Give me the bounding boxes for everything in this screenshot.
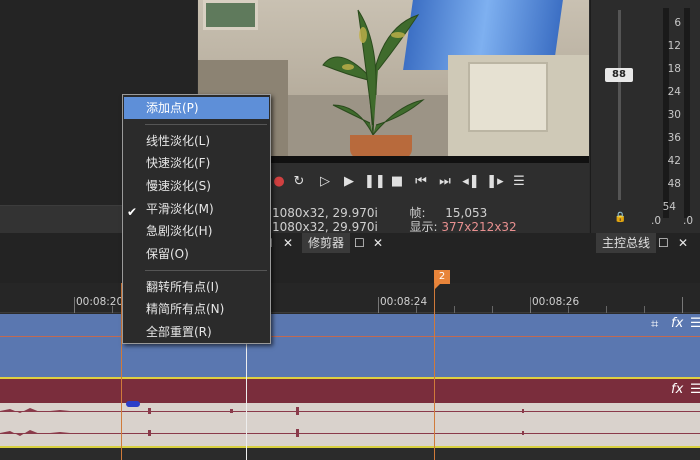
db-label: 18 xyxy=(667,63,681,75)
prev-frame-icon[interactable]: ◂❚ xyxy=(462,173,480,191)
window-tabs: ☐ ✕ 修剪器 ☐ ✕ 主控总线 ☐ ✕ xyxy=(0,233,700,253)
close-icon[interactable]: ✕ xyxy=(283,233,293,253)
go-to-end-icon[interactable]: ⏭ xyxy=(436,173,454,191)
timeline-top-area xyxy=(0,253,700,283)
ruler-tick xyxy=(74,297,75,313)
marker-line xyxy=(434,283,435,460)
record-icon[interactable]: ● xyxy=(270,173,288,191)
ruler-time: 00:08:24 xyxy=(380,296,428,308)
audio-track-header[interactable] xyxy=(0,379,700,403)
db-label: 48 xyxy=(667,178,681,190)
preview-plant xyxy=(322,9,425,136)
db-label: 30 xyxy=(667,109,681,121)
fx-icon[interactable]: fx xyxy=(671,382,683,397)
display-label: 显示: xyxy=(409,220,438,234)
menu-item-add-point[interactable]: 添加点(P) xyxy=(124,97,269,119)
menu-item-smooth-fade[interactable]: 平滑淡化(M) xyxy=(124,198,269,220)
timeline-bottom xyxy=(0,446,700,460)
db-label: 12 xyxy=(667,40,681,52)
maximize-icon[interactable]: ☐ xyxy=(658,233,669,253)
audio-channel-line xyxy=(0,411,700,412)
loop-icon[interactable]: ↻ xyxy=(290,173,308,191)
ruler-tick xyxy=(530,297,531,313)
db-label: 54 xyxy=(662,201,676,213)
play-icon[interactable]: ▶ xyxy=(340,173,358,191)
menu-item-thin-all-points[interactable]: 精简所有点(N) xyxy=(124,298,269,320)
preview-picture-frame xyxy=(203,0,258,30)
crop-icon[interactable]: ⌗ xyxy=(651,317,658,332)
menu-item-sharp-fade[interactable]: 急剧淡化(H) xyxy=(124,220,269,242)
ruler-tick xyxy=(682,297,683,313)
video-track-header[interactable] xyxy=(0,314,700,336)
menu-item-linear-fade[interactable]: 线性淡化(L) xyxy=(124,130,269,152)
menu-item-flip-all-points[interactable]: 翻转所有点(I) xyxy=(124,276,269,298)
master-fader[interactable]: 88 xyxy=(605,68,633,82)
menu-icon[interactable]: ☰ xyxy=(690,382,700,397)
preview-format-value: 1080x32, 29.970i xyxy=(272,220,378,234)
go-to-start-icon[interactable]: ⏮ xyxy=(412,173,430,191)
db-label: 42 xyxy=(667,155,681,167)
menu-item-slow-fade[interactable]: 慢速淡化(S) xyxy=(124,175,269,197)
stop-icon[interactable]: ■ xyxy=(388,173,406,191)
context-menu: 添加点(P) 线性淡化(L) 快速淡化(F) 慢速淡化(S) 平滑淡化(M) ✔… xyxy=(122,94,271,344)
audio-waveform xyxy=(0,407,524,437)
audio-channel-line xyxy=(0,433,700,434)
fader-track xyxy=(618,10,621,200)
menu-item-fast-fade[interactable]: 快速淡化(F) xyxy=(124,152,269,174)
master-bus-meters: 88 🔒 6 12 18 24 30 36 42 48 54 .0 .0 xyxy=(590,0,700,233)
tab-master-bus[interactable]: 主控总线 xyxy=(596,233,657,253)
lock-icon[interactable]: 🔒 xyxy=(614,212,626,223)
tab-trimmer[interactable]: 修剪器 xyxy=(302,233,351,253)
ruler-time: 00:08:26 xyxy=(532,296,580,308)
db-label: 24 xyxy=(667,86,681,98)
close-icon[interactable]: ✕ xyxy=(678,233,688,253)
marker-flag[interactable]: 2 xyxy=(434,270,450,284)
menu-item-hold[interactable]: 保留(O) xyxy=(124,243,269,265)
ruler-time: 00:08:20 xyxy=(76,296,124,308)
next-frame-icon[interactable]: ❚▸ xyxy=(486,173,504,191)
peak-right-value: .0 xyxy=(683,215,694,227)
peak-left-value: .0 xyxy=(651,215,662,227)
db-label: 36 xyxy=(667,132,681,144)
menu-icon[interactable]: ☰ xyxy=(510,173,528,191)
menu-item-reset-all[interactable]: 全部重置(R) xyxy=(124,321,269,343)
maximize-icon[interactable]: ☐ xyxy=(354,233,365,253)
db-label: 6 xyxy=(674,17,681,29)
fx-icon[interactable]: fx xyxy=(671,316,683,331)
display-value: 377x212x32 xyxy=(441,220,517,234)
pause-icon[interactable]: ❚❚ xyxy=(364,173,386,191)
ruler-tick xyxy=(378,297,379,313)
play-from-start-icon[interactable]: ▷ xyxy=(316,173,334,191)
video-track-events[interactable] xyxy=(0,336,700,378)
preview-monitor xyxy=(468,62,548,132)
meter-bar-right xyxy=(684,8,690,218)
close-icon[interactable]: ✕ xyxy=(373,233,383,253)
envelope-point[interactable] xyxy=(126,401,140,407)
menu-icon[interactable]: ☰ xyxy=(690,316,700,331)
